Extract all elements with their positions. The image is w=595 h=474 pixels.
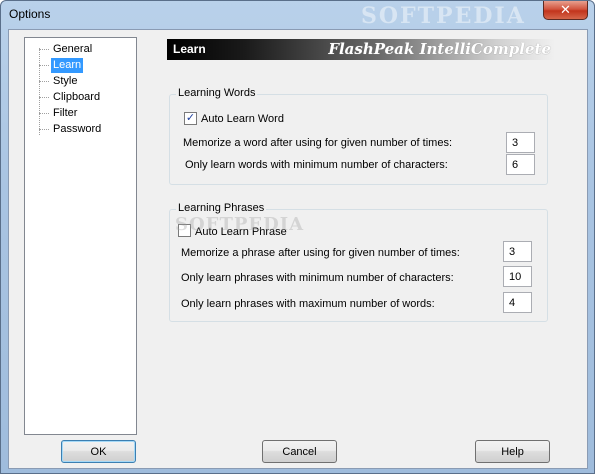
tree-branch (39, 129, 49, 130)
window-title: Options (9, 7, 51, 21)
title-bar[interactable]: Options SOFTPEDIA ✕ (1, 1, 594, 29)
cancel-button[interactable]: Cancel (262, 440, 337, 463)
memorize-phrase-input[interactable] (503, 241, 532, 262)
tree-item-filter[interactable]: Filter (51, 106, 79, 121)
learning-phrases-label: Learning Phrases (176, 202, 267, 214)
tree-item-style[interactable]: Style (51, 74, 79, 89)
tree-line (39, 48, 40, 135)
close-icon: ✕ (560, 2, 571, 17)
watermark-mid: SOFTPEDIA (175, 214, 305, 235)
watermark-top: SOFTPEDIA (361, 3, 526, 29)
min-phrase-chars-input[interactable] (503, 266, 532, 287)
dialog-client-area: General Learn Style Clipboard Filter Pas… (8, 29, 588, 469)
max-phrase-words-label: Only learn phrases with maximum number o… (181, 298, 435, 310)
check-mark-icon: ✓ (185, 112, 196, 124)
auto-learn-word-checkbox[interactable]: ✓ (184, 112, 197, 125)
min-phrase-chars-label: Only learn phrases with minimum number o… (181, 272, 454, 284)
tree-branch (39, 81, 49, 82)
ok-button[interactable]: OK (61, 440, 136, 463)
auto-learn-word-label: Auto Learn Word (201, 113, 284, 125)
tree-branch (39, 113, 49, 114)
learning-words-label: Learning Words (176, 87, 258, 99)
tree-item-password[interactable]: Password (51, 122, 103, 137)
memorize-word-label: Memorize a word after using for given nu… (183, 137, 453, 149)
memorize-phrase-label: Memorize a phrase after using for given … (181, 247, 460, 259)
category-tree[interactable]: General Learn Style Clipboard Filter Pas… (24, 37, 137, 435)
tree-branch (39, 97, 49, 98)
section-title: Learn (173, 42, 206, 56)
min-word-chars-label: Only learn words with minimum number of … (185, 159, 448, 171)
close-button[interactable]: ✕ (543, 1, 588, 20)
learning-words-group: Learning Words ✓ Auto Learn Word Memoriz… (169, 87, 548, 185)
min-word-chars-input[interactable] (506, 154, 535, 175)
help-button[interactable]: Help (475, 440, 550, 463)
tree-item-learn[interactable]: Learn (51, 58, 84, 73)
section-header: Learn FlashPeak IntelliComplete (167, 39, 555, 60)
options-window: Options SOFTPEDIA ✕ General Learn Style … (0, 0, 595, 474)
memorize-word-input[interactable] (506, 132, 535, 153)
tree-branch (39, 49, 49, 50)
tree-branch (39, 65, 49, 66)
product-brand: FlashPeak IntelliComplete (328, 40, 551, 58)
tree-item-clipboard[interactable]: Clipboard (51, 90, 102, 105)
tree-item-general[interactable]: General (51, 42, 94, 57)
max-phrase-words-input[interactable] (503, 292, 532, 313)
